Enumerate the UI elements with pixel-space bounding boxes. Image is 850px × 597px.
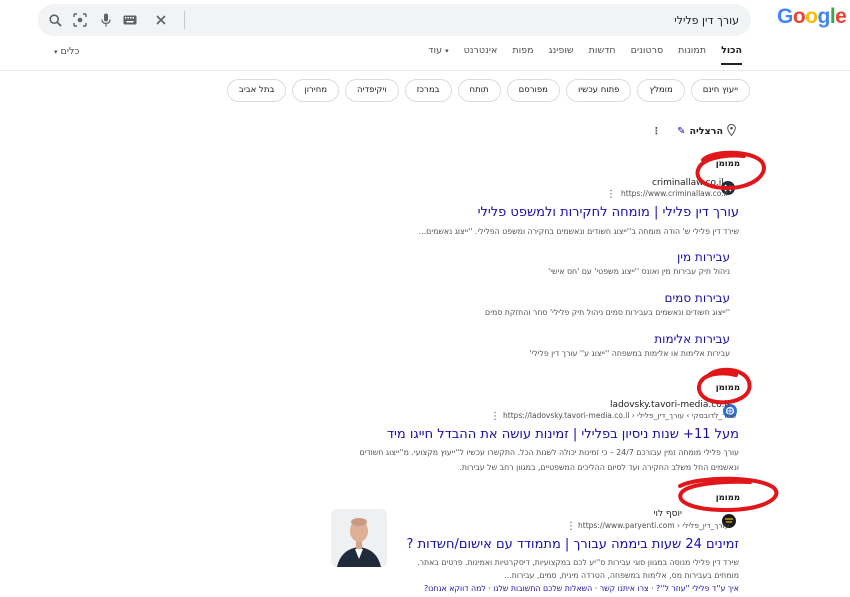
inline-sitelink[interactable]: איך ע''ד פלילי ''עוזר ל''? [656,584,739,593]
search-box[interactable] [38,4,751,36]
sitelink-description: עבירות אלימות או אלימות במשפחה ''ייצוג ע… [529,349,730,358]
tab-news[interactable]: חדשות [589,45,616,56]
search-tabs: הכול תמונות סרטונים חדשות שופינג מפות אי… [428,45,742,65]
logo-letter-o2: o [805,5,818,28]
sponsored-label: ממומן [715,493,740,503]
result-title[interactable]: זמינים 24 שעות ביממה עבורך | מתמודד עם א… [407,537,739,552]
search-input[interactable] [219,10,739,30]
tab-web[interactable]: אינטרנט [464,45,498,56]
inline-sitelink[interactable]: למה דווקא אנחנו? [424,584,486,593]
tab-all[interactable]: הכול [721,45,742,65]
chip[interactable]: ויקיפדיה [345,79,399,102]
sponsored-label: ממומן [715,383,740,393]
sponsored-label: ממומן [715,159,740,169]
logo-letter-g: G [777,5,793,28]
site-name[interactable]: ladovsky.tavori-media.co.il [610,400,729,410]
chip[interactable]: ייעוץ חינם [690,79,750,102]
tab-more-label: עוד [428,45,443,56]
sitelink-description: ניהול תיק עבירות מין ואונס ''ייצוג משפטי… [548,267,730,276]
tab-maps[interactable]: מפות [512,45,533,56]
result-description: שירד דין פלילי מנוסה במגוון סוגי עבירות … [417,558,739,567]
result-title[interactable]: עורך דין פלילי | מומחה לחקירות ולמשפט פל… [478,205,739,220]
site-url[interactable]: https://www.criminallaw.co.il [621,189,728,198]
sitelink-title[interactable]: עבירות סמים [665,291,730,305]
tools-button[interactable]: ▾ כלים [54,46,79,57]
chip[interactable]: במרכז [404,79,452,102]
chip[interactable]: בתל אביב [226,79,287,102]
sitelink-title[interactable]: עבירות אלימות [654,332,730,346]
chip[interactable]: מומלץ [637,79,685,102]
sitelink-title[interactable]: עבירות מין [677,250,730,264]
refinement-chips: ייעוץ חינם מומלץ פתוח עכשיו מפורסם תותח … [226,79,750,102]
location-label: הרצליה [689,126,723,137]
close-icon[interactable] [153,12,169,28]
location-pin-icon [727,123,736,139]
site-name[interactable]: criminallaw.co.il [652,178,724,188]
logo-letter-o1: o [792,5,806,28]
google-logo[interactable]: Google [777,5,847,29]
inline-sitelinks: איך ע''ד פלילי ''עוזר ל''? · צרו איתנו ק… [423,584,739,593]
site-url[interactable]: https://ladovsky.tavori-media.co.il › שח… [503,411,737,420]
site-url[interactable]: https://www.paryenti.com › עורך_דין_פליל… [578,521,729,530]
chip[interactable]: מפורסם [506,79,560,102]
inline-sitelink[interactable]: צרו איתנו קשר [600,584,649,593]
logo-letter-g2: g [817,5,831,28]
chip[interactable]: תותח [457,79,501,102]
more-options-icon[interactable]: ⋮ [652,126,662,137]
result-title[interactable]: מעל 11+ שנות ניסיון בפלילי | זמינות עושה… [387,427,739,442]
result-description: עורך פלילי מומחה זמין עבורכם 24/7 – כי ז… [359,448,739,457]
tab-shopping[interactable]: שופינג [549,45,574,56]
more-options-icon[interactable]: ⋮ [566,521,576,532]
chip[interactable]: פתוח עכשיו [565,79,632,102]
logo-letter-e: e [835,5,847,28]
tab-images[interactable]: תמונות [678,45,706,56]
result-thumbnail[interactable] [331,509,387,567]
site-name[interactable]: יוסף לוי [653,509,682,519]
chevron-down-icon: ▾ [54,48,58,56]
inline-sitelink[interactable]: השאלות שלכם התשובות שלנו [493,584,592,593]
sitelink-description: ''ייצוג חשודים ונאשמים בעבירות סמים ניהו… [485,308,730,317]
result-description: ונאשמים החל משלב החקירה ועד לסיום ההליכי… [459,463,739,472]
result-description: שירד דין פלילי ש' הודה מומחה ב''ייצוג חש… [418,227,739,236]
search-divider [184,11,185,29]
search-icon[interactable] [47,12,63,28]
tools-label: כלים [60,46,80,57]
mic-icon[interactable] [98,12,114,28]
tabs-divider [0,70,850,71]
more-options-icon[interactable]: ⋮ [490,411,500,422]
chevron-down-icon: ▾ [445,47,449,55]
tab-videos[interactable]: סרטונים [631,45,664,56]
result-description: מומחים בעבירות מס, אלימות במשפחה, הטרדה … [504,571,739,580]
lens-icon[interactable] [72,12,88,28]
location-row: הרצליה ✎ ⋮ [652,123,736,139]
edit-pencil-icon[interactable]: ✎ [677,126,685,137]
keyboard-icon[interactable] [122,12,138,28]
tab-more[interactable]: עוד ▾ [428,45,448,56]
more-options-icon[interactable]: ⋮ [606,189,616,200]
chip[interactable]: מחירון [292,79,340,102]
